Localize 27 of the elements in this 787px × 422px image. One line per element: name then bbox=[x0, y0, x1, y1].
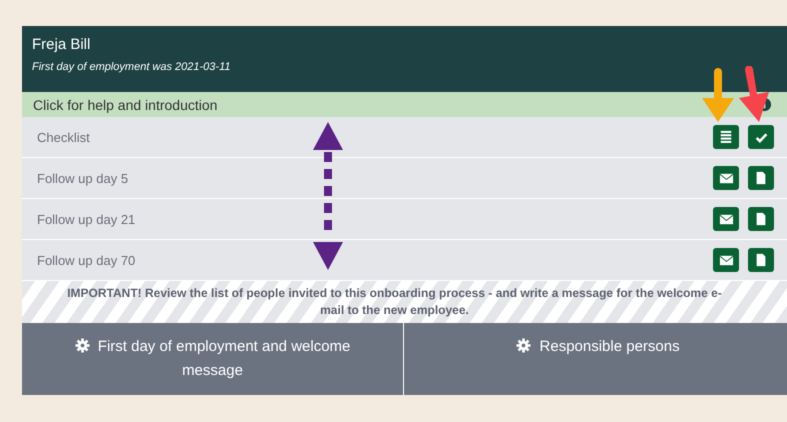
mail-button[interactable] bbox=[713, 207, 739, 231]
file-icon bbox=[754, 171, 768, 185]
task-label: Follow up day 21 bbox=[37, 212, 136, 226]
gear-icon bbox=[74, 338, 90, 353]
task-label: Checklist bbox=[37, 130, 90, 144]
file-icon bbox=[754, 253, 768, 267]
check-button[interactable] bbox=[748, 125, 774, 149]
list-button[interactable] bbox=[713, 125, 739, 149]
file-button[interactable] bbox=[748, 166, 774, 190]
check-icon bbox=[754, 130, 768, 144]
notice-text: IMPORTANT! Review the list of people invited to this onboarding process - and write a message for the welcome e-mail to the new employee. bbox=[22, 281, 787, 323]
employment-date: First day of employment was 2021-03-11 bbox=[32, 61, 232, 73]
file-button[interactable] bbox=[748, 248, 774, 272]
mail-button[interactable] bbox=[713, 248, 739, 272]
help-label: Click for help and introduction bbox=[33, 96, 218, 112]
task-label: Follow up day 5 bbox=[37, 170, 128, 186]
section-button[interactable]: First day of employment and welcome message bbox=[22, 323, 404, 395]
down-arrow bbox=[700, 68, 736, 124]
list-icon bbox=[719, 130, 733, 144]
gear-icon bbox=[516, 338, 532, 353]
task-label: Follow up day 70 bbox=[37, 252, 136, 268]
help-bar[interactable]: Click for help and introduction bbox=[22, 92, 787, 117]
employee-name: Freja Bill bbox=[32, 36, 92, 53]
mail-button[interactable] bbox=[713, 166, 739, 190]
section-button[interactable]: Responsible persons bbox=[404, 323, 787, 395]
file-icon bbox=[754, 212, 768, 226]
file-button[interactable] bbox=[748, 207, 774, 231]
